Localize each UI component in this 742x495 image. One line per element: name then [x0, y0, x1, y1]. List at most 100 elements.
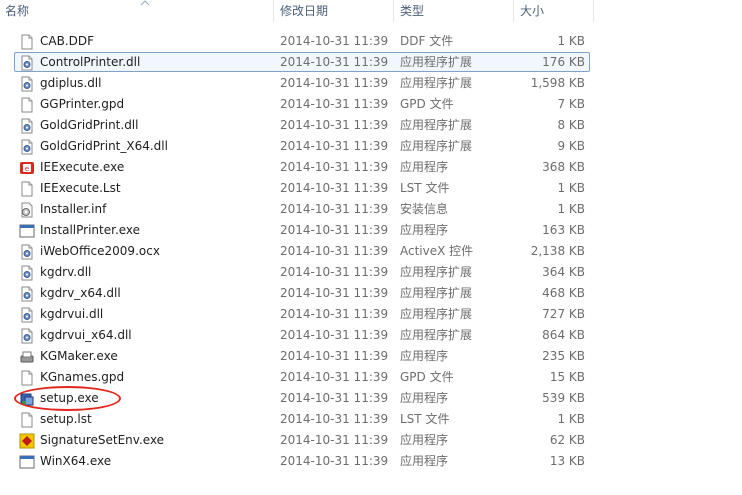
file-name: GGPrinter.gpd [40, 97, 125, 111]
file-size: 8 KB [557, 118, 585, 132]
file-type: 应用程序 [400, 391, 449, 405]
file-name: kgdrv_x64.dll [40, 286, 121, 300]
file-date: 2014-10-31 11:39 [280, 223, 389, 237]
file-row[interactable]: iWebOffice2009.ocx 2014-10-31 11:39 Active… [14, 241, 590, 261]
file-date: 2014-10-31 11:39 [280, 160, 389, 174]
file-type: 应用程序 [400, 223, 449, 237]
file-name: kgdrv.dll [40, 265, 92, 279]
highlight-circle [14, 386, 121, 411]
file-row[interactable]: IEExecute.Lst 2014-10-31 11:39 LST 文件 1 KB [14, 178, 590, 198]
file-date: 2014-10-31 11:39 [280, 412, 389, 426]
file-size: 1,598 KB [530, 76, 585, 90]
file-date: 2014-10-31 11:39 [280, 370, 389, 384]
file-type: 应用程序扩展 [400, 55, 473, 69]
file-row[interactable]: GoldGridPrint.dll 2014-10-31 11:39 应用程序扩展 8… [14, 115, 590, 135]
file-size: 727 KB [542, 307, 585, 321]
file-name: GoldGridPrint_X64.dll [40, 139, 168, 153]
file-type: 应用程序扩展 [400, 307, 473, 321]
file-row[interactable]: GoldGridPrint_X64.dll 2014-10-31 11:39 应用程… [14, 136, 590, 156]
file-name: KGMaker.exe [40, 349, 118, 363]
window-app-icon [19, 454, 35, 470]
dll-gear-icon [19, 55, 35, 71]
file-name: ControlPrinter.dll [40, 55, 141, 69]
file-row[interactable]: kgdrvui.dll 2014-10-31 11:39 应用程序扩展 727 KB [14, 304, 590, 324]
file-name: IEExecute.exe [40, 160, 125, 174]
file-row[interactable]: CAB.DDF 2014-10-31 11:39 DDF 文件 1 KB [14, 31, 590, 51]
file-type: 应用程序 [400, 454, 449, 468]
file-type: ActiveX 控件 [400, 244, 474, 258]
document-icon [19, 412, 35, 428]
column-header-bar: 名称 修改日期 类型 大小 [0, 0, 742, 22]
file-date: 2014-10-31 11:39 [280, 244, 389, 258]
file-row[interactable]: setup.lst 2014-10-31 11:39 LST 文件 1 KB [14, 409, 590, 429]
svg-text:e: e [25, 165, 29, 173]
file-row[interactable]: ControlPrinter.dll 2014-10-31 11:39 应用程序扩展… [14, 52, 590, 72]
document-icon [19, 370, 35, 386]
file-size: 235 KB [542, 349, 585, 363]
file-name: gdiplus.dll [40, 76, 102, 90]
file-type: 安装信息 [400, 202, 449, 216]
file-date: 2014-10-31 11:39 [280, 34, 389, 48]
column-header-name[interactable]: 名称 [0, 0, 274, 22]
file-type: 应用程序 [400, 160, 449, 174]
file-row[interactable]: SignatureSetEnv.exe 2014-10-31 11:39 应用程序 6… [14, 430, 590, 450]
file-row[interactable]: kgdrv.dll 2014-10-31 11:39 应用程序扩展 364 KB [14, 262, 590, 282]
file-name: WinX64.exe [40, 454, 112, 468]
file-row[interactable]: kgdrvui_x64.dll 2014-10-31 11:39 应用程序扩展 864… [14, 325, 590, 345]
file-name: CAB.DDF [40, 34, 95, 48]
document-icon [19, 181, 35, 197]
file-row[interactable]: KGMaker.exe 2014-10-31 11:39 应用程序 235 KB [14, 346, 590, 366]
file-type: GPD 文件 [400, 370, 454, 384]
file-size: 9 KB [557, 139, 585, 153]
file-name: InstallPrinter.exe [40, 223, 141, 237]
file-size: 7 KB [557, 97, 585, 111]
file-size: 13 KB [549, 454, 585, 468]
file-size: 1 KB [557, 181, 585, 195]
file-row[interactable]: WinX64.exe 2014-10-31 11:39 应用程序 13 KB [14, 451, 590, 471]
file-name: Installer.inf [40, 202, 107, 216]
file-row[interactable]: kgdrv_x64.dll 2014-10-31 11:39 应用程序扩展 468 K… [14, 283, 590, 303]
dll-gear-icon [19, 244, 35, 260]
printer-app-icon [19, 349, 35, 365]
file-date: 2014-10-31 11:39 [280, 391, 389, 405]
inf-gear-icon [19, 202, 35, 218]
file-type: LST 文件 [400, 412, 450, 426]
yellow-app-icon [19, 433, 35, 449]
file-date: 2014-10-31 11:39 [280, 307, 389, 321]
file-row[interactable]: InstallPrinter.exe 2014-10-31 11:39 应用程序 16… [14, 220, 590, 240]
dll-gear-icon [19, 76, 35, 92]
file-size: 368 KB [542, 160, 585, 174]
file-row[interactable]: Installer.inf 2014-10-31 11:39 安装信息 1 KB [14, 199, 590, 219]
file-date: 2014-10-31 11:39 [280, 433, 389, 447]
file-size: 864 KB [542, 328, 585, 342]
file-size: 15 KB [549, 370, 585, 384]
file-date: 2014-10-31 11:39 [280, 97, 389, 111]
file-type: 应用程序扩展 [400, 76, 473, 90]
document-icon [19, 34, 35, 50]
file-name: iWebOffice2009.ocx [40, 244, 160, 258]
file-type: 应用程序扩展 [400, 286, 473, 300]
red-app-icon: e [19, 160, 35, 176]
file-type: LST 文件 [400, 181, 450, 195]
column-header-date[interactable]: 修改日期 [274, 0, 394, 22]
file-type: 应用程序扩展 [400, 118, 473, 132]
file-row[interactable]: gdiplus.dll 2014-10-31 11:39 应用程序扩展 1,598 K… [14, 73, 590, 93]
file-type: DDF 文件 [400, 34, 454, 48]
file-row[interactable]: GGPrinter.gpd 2014-10-31 11:39 GPD 文件 7 KB [14, 94, 590, 114]
file-date: 2014-10-31 11:39 [280, 55, 389, 69]
file-size: 539 KB [542, 391, 585, 405]
file-name: SignatureSetEnv.exe [40, 433, 165, 447]
window-app-icon [19, 223, 35, 239]
column-header-size[interactable]: 大小 [514, 0, 594, 22]
dll-gear-icon [19, 307, 35, 323]
file-name: kgdrvui.dll [40, 307, 104, 321]
file-date: 2014-10-31 11:39 [280, 286, 389, 300]
file-size: 62 KB [549, 433, 585, 447]
dll-gear-icon [19, 118, 35, 134]
file-row[interactable]: e IEExecute.exe 2014-10-31 11:39 应用程序 368 KB [14, 157, 590, 177]
column-header-type[interactable]: 类型 [394, 0, 514, 22]
file-row[interactable]: KGnames.gpd 2014-10-31 11:39 GPD 文件 15 KB [14, 367, 590, 387]
file-size: 1 KB [557, 202, 585, 216]
file-size: 1 KB [557, 34, 585, 48]
dll-gear-icon [19, 139, 35, 155]
